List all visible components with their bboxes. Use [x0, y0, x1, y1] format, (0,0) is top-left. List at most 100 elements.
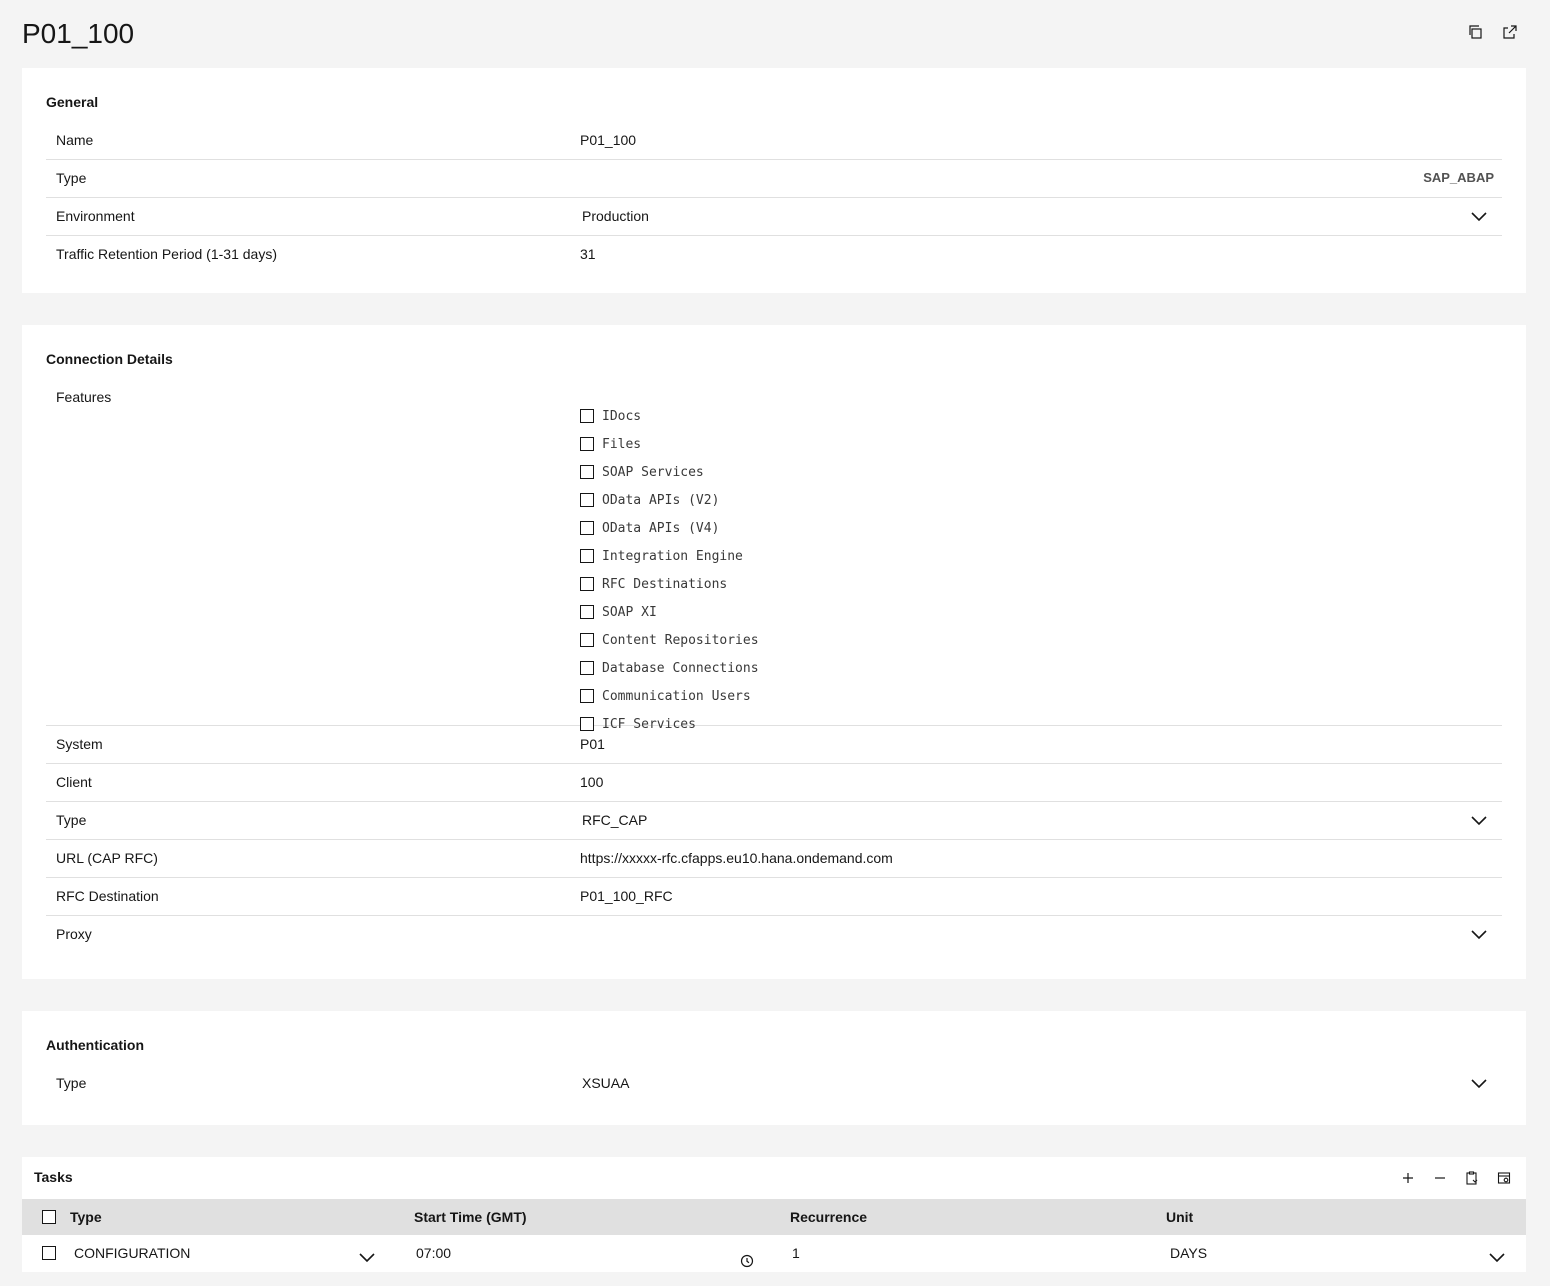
general-rows: Name P01_100 Type SAP_ABAP Environment P… — [46, 122, 1502, 273]
authentication-title: Authentication — [46, 1037, 144, 1053]
system-value[interactable]: P01 — [580, 726, 605, 763]
authentication-rows: Type XSUAA — [46, 1065, 1502, 1102]
page-actions — [1465, 22, 1520, 42]
rfc-destination-label: RFC Destination — [56, 888, 159, 904]
tasks-card: Tasks Type Start Time (GMT) Recurrence U… — [22, 1157, 1526, 1272]
subtract-icon[interactable] — [1430, 1168, 1450, 1188]
feature-checkbox-item[interactable]: Communication Users — [580, 682, 759, 710]
features-label: Features — [56, 389, 112, 405]
feature-checkbox[interactable] — [580, 661, 594, 675]
connection-type-label: Type — [56, 812, 87, 828]
feature-checkbox[interactable] — [580, 549, 594, 563]
feature-checkbox-item[interactable]: OData APIs (V2) — [580, 486, 759, 514]
type-label: Type — [56, 170, 87, 186]
proxy-label: Proxy — [56, 926, 92, 942]
environment-select[interactable]: Production — [582, 198, 649, 235]
feature-checkbox-item[interactable]: Content Repositories — [580, 626, 759, 654]
system-row: System P01 — [46, 726, 1502, 764]
feature-checkbox[interactable] — [580, 633, 594, 647]
feature-label: OData APIs (V4) — [602, 520, 720, 536]
rfc-destination-row: RFC Destination P01_100_RFC — [46, 878, 1502, 916]
feature-checkbox[interactable] — [580, 437, 594, 451]
connection-title: Connection Details — [46, 351, 173, 367]
unit-select[interactable]: DAYS — [1170, 1235, 1207, 1271]
column-recurrence[interactable]: Recurrence — [790, 1199, 867, 1235]
environment-row[interactable]: Environment Production — [46, 198, 1502, 236]
feature-checkbox-item[interactable]: Integration Engine — [580, 542, 759, 570]
feature-label: Integration Engine — [602, 548, 743, 564]
url-value[interactable]: https://xxxxx-rfc.cfapps.eu10.hana.ondem… — [580, 840, 893, 877]
feature-checkbox-item[interactable]: OData APIs (V4) — [580, 514, 759, 542]
rfc-destination-value[interactable]: P01_100_RFC — [580, 878, 673, 915]
features-row: Features IDocs Files SOAP Services OData AP… — [46, 379, 1502, 732]
feature-checkbox[interactable] — [580, 493, 594, 507]
feature-checkbox[interactable] — [580, 521, 594, 535]
auth-type-label: Type — [56, 1075, 87, 1091]
chevron-down-icon[interactable] — [1488, 1244, 1506, 1263]
feature-checkbox[interactable] — [580, 577, 594, 591]
chevron-down-icon[interactable] — [358, 1244, 376, 1263]
client-value[interactable]: 100 — [580, 764, 603, 801]
column-unit[interactable]: Unit — [1166, 1199, 1193, 1235]
feature-checkbox-item[interactable]: SOAP XI — [580, 598, 759, 626]
connection-type-select[interactable]: RFC_CAP — [582, 802, 647, 839]
auth-type-row[interactable]: Type XSUAA — [46, 1065, 1502, 1102]
client-label: Client — [56, 774, 92, 790]
feature-checkbox[interactable] — [580, 409, 594, 423]
feature-checkbox[interactable] — [580, 605, 594, 619]
feature-label: RFC Destinations — [602, 576, 728, 592]
auth-type-select[interactable]: XSUAA — [582, 1065, 629, 1102]
start-time-input[interactable]: 07:00 — [416, 1235, 451, 1271]
chevron-down-icon[interactable] — [1470, 926, 1488, 944]
feature-checkbox-item[interactable]: IDocs — [580, 402, 759, 430]
client-row: Client 100 — [46, 764, 1502, 802]
feature-checkbox-item[interactable]: Files — [580, 430, 759, 458]
chevron-down-icon[interactable] — [1470, 812, 1488, 830]
chevron-down-icon[interactable] — [1470, 1075, 1488, 1093]
feature-label: Content Repositories — [602, 632, 759, 648]
task-type-select[interactable]: CONFIGURATION — [74, 1235, 190, 1271]
feature-label: SOAP Services — [602, 464, 704, 480]
row-checkbox[interactable] — [42, 1246, 56, 1260]
chevron-down-icon[interactable] — [1470, 208, 1488, 226]
feature-checkbox-item[interactable]: Database Connections — [580, 654, 759, 682]
name-value[interactable]: P01_100 — [580, 122, 636, 159]
feature-checkbox[interactable] — [580, 465, 594, 479]
feature-label: Communication Users — [602, 688, 751, 704]
retention-label: Traffic Retention Period (1-31 days) — [56, 246, 277, 262]
feature-label: OData APIs (V2) — [602, 492, 720, 508]
feature-label: SOAP XI — [602, 604, 657, 620]
proxy-row[interactable]: Proxy — [46, 916, 1502, 953]
launch-icon[interactable] — [1500, 22, 1520, 42]
connection-rows: Features IDocs Files SOAP Services OData AP… — [46, 379, 1502, 953]
tasks-title: Tasks — [34, 1169, 73, 1185]
settings-table-icon[interactable] — [1494, 1168, 1514, 1188]
time-icon[interactable] — [740, 1245, 756, 1268]
retention-row: Traffic Retention Period (1-31 days) 31 — [46, 236, 1502, 273]
add-icon[interactable] — [1398, 1168, 1418, 1188]
type-row: Type SAP_ABAP — [46, 160, 1502, 198]
environment-label: Environment — [56, 208, 135, 224]
url-row: URL (CAP RFC) https://xxxxx-rfc.cfapps.e… — [46, 840, 1502, 878]
system-label: System — [56, 736, 103, 752]
feature-checkbox-item[interactable]: RFC Destinations — [580, 570, 759, 598]
connection-type-row[interactable]: Type RFC_CAP — [46, 802, 1502, 840]
name-label: Name — [56, 132, 94, 148]
url-label: URL (CAP RFC) — [56, 850, 158, 866]
retention-value[interactable]: 31 — [580, 236, 596, 273]
general-card: General Name P01_100 Type SAP_ABAP Envir… — [22, 68, 1526, 293]
recurrence-input[interactable]: 1 — [792, 1235, 800, 1271]
select-all-checkbox[interactable] — [42, 1210, 56, 1224]
paste-icon[interactable] — [1462, 1168, 1482, 1188]
general-title: General — [46, 94, 99, 110]
authentication-card: Authentication Type XSUAA — [22, 1011, 1526, 1125]
feature-checkbox-item[interactable]: SOAP Services — [580, 458, 759, 486]
column-type[interactable]: Type — [70, 1199, 102, 1235]
column-start-time[interactable]: Start Time (GMT) — [414, 1199, 527, 1235]
copy-icon[interactable] — [1465, 22, 1485, 42]
page-title: P01_100 — [22, 18, 135, 49]
feature-checkbox[interactable] — [580, 689, 594, 703]
feature-label: IDocs — [602, 408, 642, 424]
type-value: SAP_ABAP — [1423, 170, 1494, 185]
features-list: IDocs Files SOAP Services OData APIs (V2) OD… — [580, 402, 759, 738]
